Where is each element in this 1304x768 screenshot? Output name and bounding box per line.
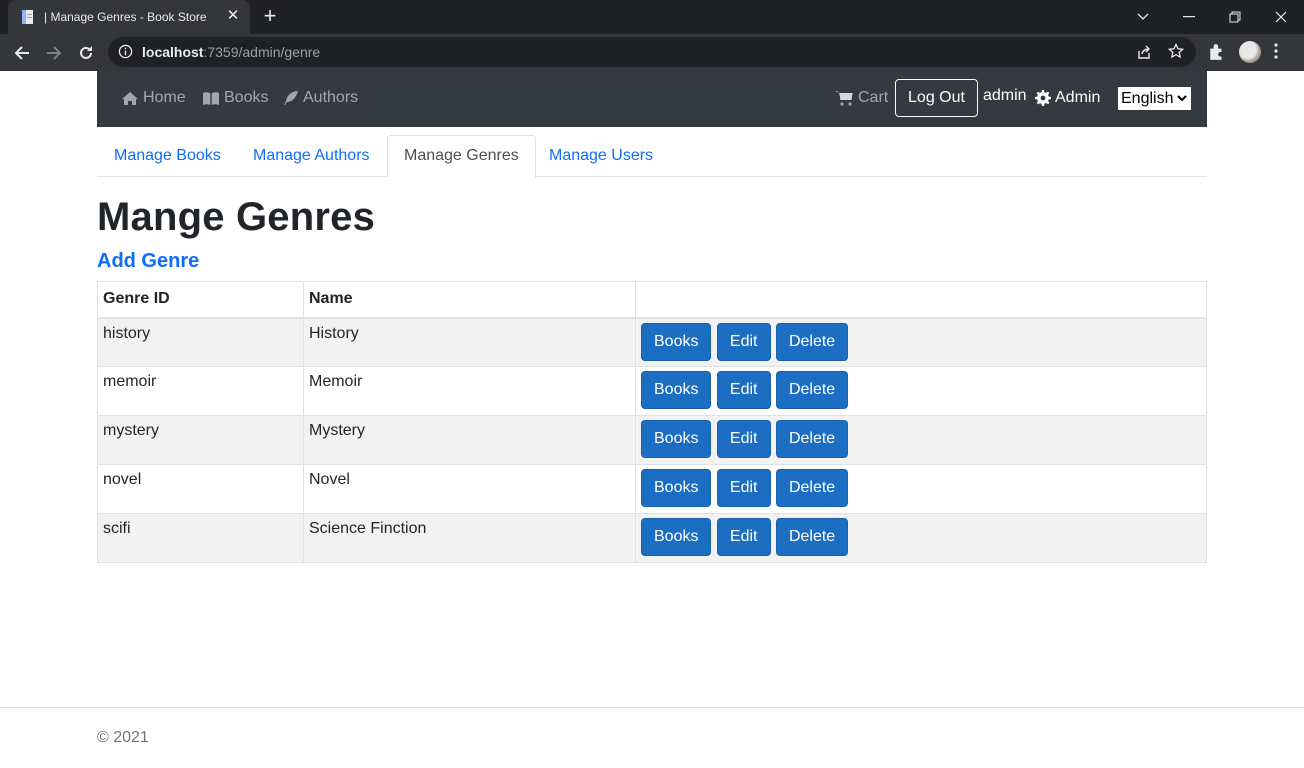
cell-actions: Books Edit Delete xyxy=(635,366,1207,416)
browser-toolbar: localhost:7359/admin/genre xyxy=(0,34,1304,71)
header-name: Name xyxy=(303,281,636,319)
add-genre-link[interactable]: Add Genre xyxy=(97,250,199,273)
edit-button[interactable]: Edit xyxy=(716,469,771,507)
cell-actions: Books Edit Delete xyxy=(635,415,1207,465)
nav-home-link[interactable]: Home xyxy=(121,89,186,107)
nav-cart-link[interactable]: Cart xyxy=(835,89,888,107)
delete-button[interactable]: Delete xyxy=(775,469,849,507)
table-row: history History Books Edit Delete xyxy=(97,317,1207,367)
cell-actions: Books Edit Delete xyxy=(635,513,1207,563)
close-tab-icon[interactable]: ✕ xyxy=(224,7,242,25)
cell-actions: Books Edit Delete xyxy=(635,464,1207,514)
cell-genre-name: Mystery xyxy=(303,415,636,465)
cell-genre-id: novel xyxy=(97,464,304,514)
edit-button[interactable]: Edit xyxy=(716,518,771,556)
browser-tabstrip: | Manage Genres - Book Store ✕ + xyxy=(0,0,1304,34)
url-host: localhost xyxy=(142,44,204,60)
url-text[interactable]: localhost:7359/admin/genre xyxy=(142,44,320,60)
admin-tabs: Manage Books Manage Authors Manage Genre… xyxy=(97,135,1207,178)
page-title: Mange Genres xyxy=(97,195,376,239)
tab-title: | Manage Genres - Book Store xyxy=(44,10,207,24)
books-button[interactable]: Books xyxy=(641,420,712,458)
table-row: scifi Science Finction Books Edit Delete xyxy=(97,513,1207,563)
books-button[interactable]: Books xyxy=(641,518,712,556)
tab-manage-authors[interactable]: Manage Authors xyxy=(237,135,386,177)
edit-button[interactable]: Edit xyxy=(716,371,771,409)
address-bar[interactable]: localhost:7359/admin/genre xyxy=(108,37,1196,67)
browser-tab[interactable]: | Manage Genres - Book Store ✕ xyxy=(8,0,250,34)
cart-icon xyxy=(835,91,853,106)
nav-cart-label: Cart xyxy=(858,89,889,106)
back-icon[interactable] xyxy=(8,39,36,67)
username-label: admin xyxy=(983,87,1027,104)
language-value: English xyxy=(1121,89,1174,107)
minimize-icon[interactable] xyxy=(1166,0,1212,34)
cell-genre-id: scifi xyxy=(97,513,304,563)
books-button[interactable]: Books xyxy=(641,469,712,507)
delete-button[interactable]: Delete xyxy=(775,371,849,409)
table-row: mystery Mystery Books Edit Delete xyxy=(97,415,1207,465)
copyright-text: © 2021 xyxy=(97,729,149,746)
tab-manage-users[interactable]: Manage Users xyxy=(533,135,669,177)
tab-manage-genres[interactable]: Manage Genres xyxy=(387,135,536,178)
tab-search-icon[interactable] xyxy=(1120,0,1166,34)
profile-avatar[interactable] xyxy=(1239,41,1261,63)
info-icon[interactable] xyxy=(118,44,133,59)
extensions-icon[interactable] xyxy=(1208,43,1226,61)
genres-table: Genre ID Name history History Books Edit D… xyxy=(97,281,1207,563)
browser-menu-icon[interactable] xyxy=(1274,43,1278,59)
header-actions xyxy=(635,281,1207,319)
feather-icon xyxy=(284,91,298,105)
table-header-row: Genre ID Name xyxy=(97,281,1207,319)
share-icon[interactable] xyxy=(1136,44,1152,60)
tab-manage-books[interactable]: Manage Books xyxy=(98,135,237,177)
page: Home Books Authors Cart Log Out admin Ad… xyxy=(0,71,1304,768)
header-genre-id: Genre ID xyxy=(97,281,304,319)
delete-button[interactable]: Delete xyxy=(775,322,849,361)
nav-admin-label: Admin xyxy=(1055,89,1101,106)
language-select[interactable]: English xyxy=(1118,87,1191,110)
book-open-icon xyxy=(203,91,219,105)
bookmark-star-icon[interactable] xyxy=(1168,43,1184,59)
new-tab-icon[interactable]: + xyxy=(258,5,282,29)
nav-books-label: Books xyxy=(224,89,269,106)
cell-genre-id: memoir xyxy=(97,366,304,416)
cell-genre-id: history xyxy=(97,317,304,367)
books-button[interactable]: Books xyxy=(641,322,712,361)
top-navbar: Home Books Authors Cart Log Out admin Ad… xyxy=(97,71,1207,127)
nav-books-link[interactable]: Books xyxy=(202,89,268,107)
nav-admin-link[interactable]: Admin xyxy=(1035,89,1100,107)
delete-button[interactable]: Delete xyxy=(775,518,849,556)
cell-genre-name: Novel xyxy=(303,464,636,514)
chevron-down-icon xyxy=(1177,95,1188,102)
edit-button[interactable]: Edit xyxy=(716,322,771,361)
reload-icon[interactable] xyxy=(72,39,100,67)
books-button[interactable]: Books xyxy=(641,371,712,409)
restore-icon[interactable] xyxy=(1212,0,1258,34)
close-window-icon[interactable] xyxy=(1258,0,1304,34)
cell-actions: Books Edit Delete xyxy=(635,317,1207,367)
gear-icon xyxy=(1035,90,1051,106)
table-row: novel Novel Books Edit Delete xyxy=(97,464,1207,514)
url-path: :7359/admin/genre xyxy=(203,44,321,60)
delete-button[interactable]: Delete xyxy=(775,420,849,458)
cell-genre-name: Science Finction xyxy=(303,513,636,563)
footer: © 2021 xyxy=(0,707,1304,768)
cell-genre-id: mystery xyxy=(97,415,304,465)
table-row: memoir Memoir Books Edit Delete xyxy=(97,366,1207,416)
page-icon xyxy=(22,10,33,24)
nav-authors-link[interactable]: Authors xyxy=(283,89,358,107)
forward-icon[interactable] xyxy=(40,39,68,67)
nav-authors-label: Authors xyxy=(303,89,359,106)
home-icon xyxy=(122,91,138,105)
nav-home-label: Home xyxy=(143,89,186,106)
edit-button[interactable]: Edit xyxy=(716,420,771,458)
logout-button[interactable]: Log Out xyxy=(895,79,978,117)
cell-genre-name: History xyxy=(303,317,636,367)
cell-genre-name: Memoir xyxy=(303,366,636,416)
